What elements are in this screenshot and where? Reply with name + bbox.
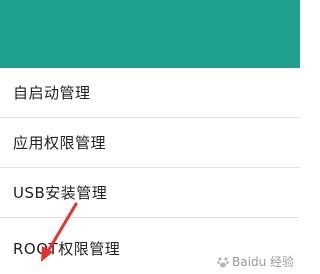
menu-item-usb-install[interactable]: USB安装管理	[0, 168, 300, 218]
menu-list: 自启动管理 应用权限管理 USB安装管理 ROOT权限管理	[0, 68, 300, 274]
menu-item-label: 应用权限管理	[13, 134, 107, 152]
menu-item-app-permissions[interactable]: 应用权限管理	[0, 118, 300, 168]
baidu-watermark: Baidu 经验	[216, 253, 294, 270]
watermark-text: Baidu 经验	[232, 255, 294, 269]
menu-item-label: 自启动管理	[13, 84, 91, 102]
menu-item-autostart[interactable]: 自启动管理	[0, 68, 300, 118]
app-header-bar	[0, 0, 300, 68]
baidu-paw-icon	[217, 256, 229, 267]
menu-item-label: USB安装管理	[13, 184, 108, 202]
settings-screen: 自启动管理 应用权限管理 USB安装管理 ROOT权限管理 Baidu 经验	[0, 0, 300, 274]
menu-item-label: ROOT权限管理	[13, 239, 121, 258]
